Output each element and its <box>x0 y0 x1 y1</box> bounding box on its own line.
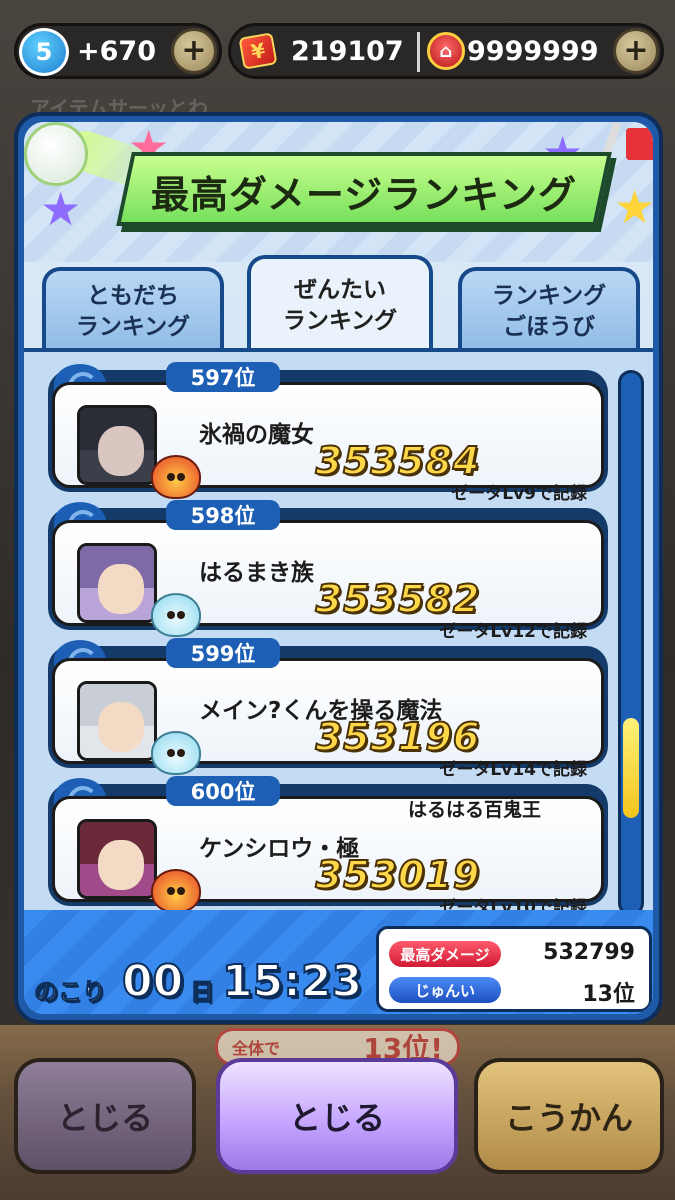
rank-badge: 597位 <box>166 362 280 392</box>
rank-value: 13位 <box>582 982 635 1007</box>
currency-bar: 5 +670 + ¥ 219107 ⌂ 9999999 + <box>10 10 665 90</box>
avatar <box>77 405 157 485</box>
tab-label: ぜんたい ランキング <box>282 276 398 334</box>
avatar <box>77 681 157 761</box>
gem-icon: ⌂ <box>427 32 465 70</box>
close-button-left[interactable]: とじる <box>14 1058 196 1174</box>
remaining-time: 15:23 <box>221 955 363 1008</box>
star-icon: ★ <box>40 182 82 236</box>
gem-value: 9999999 <box>467 36 599 67</box>
my-player-name: はるはる百鬼王 <box>408 799 542 821</box>
ranking-tabs: ともだち ランキング ぜんたい ランキング ランキング ごほうび <box>42 255 640 355</box>
comet-icon <box>24 122 88 186</box>
tab-ranking-rewards[interactable]: ランキング ごほうび <box>458 267 640 353</box>
scrollbar-thumb[interactable] <box>623 717 639 818</box>
ranking-card: メイン?くんを操る魔法 353196 ゼータLv14で記録 <box>52 658 604 780</box>
ranking-list[interactable]: 氷禍の魔女 353584 ゼータLv9で記録 597位 はるまき族 353582 <box>24 348 653 918</box>
ranking-card: はるまき族 353582 ゼータLv12で記録 <box>52 520 604 642</box>
rank-badge: 598位 <box>166 500 280 530</box>
tab-friends-ranking[interactable]: ともだち ランキング <box>42 267 224 353</box>
day-unit: 日 <box>190 978 215 1007</box>
my-record-box: 最高ダメージ 532799 じゅんい 13位 <box>376 926 652 1012</box>
dialog-footer: のこり 00 日 15:23 最高ダメージ 532799 じゅんい 13位 <box>24 910 653 1014</box>
damage-score: 353019 <box>315 852 481 898</box>
money-counter: ¥ 219107 ⌂ 9999999 + <box>228 23 664 79</box>
rank-badge: 599位 <box>166 638 280 668</box>
best-damage-value: 532799 <box>543 940 635 965</box>
close-button[interactable]: とじる <box>216 1058 458 1174</box>
rank-label: じゅんい <box>389 977 501 1003</box>
pet-fire-icon <box>151 869 201 913</box>
tab-label: ともだち ランキング <box>75 282 191 340</box>
pet-ice-icon <box>151 731 201 775</box>
ranking-row[interactable]: 氷禍の魔女 353584 ゼータLv9で記録 597位 <box>48 362 608 504</box>
damage-score: 353582 <box>315 576 481 622</box>
ranking-row[interactable]: はるまき族 353582 ゼータLv12で記録 598位 <box>48 500 608 642</box>
best-damage-label: 最高ダメージ <box>389 941 501 967</box>
dialog-body: ★ ★ ★ ★ 最高ダメージランキング ともだち ランキング ぜんたい ランキン… <box>24 122 653 1014</box>
add-gem-button[interactable]: + <box>613 28 659 74</box>
pet-fire-icon <box>151 455 201 499</box>
avatar <box>77 819 157 899</box>
rank-badge: 600位 <box>166 776 280 806</box>
ranking-card: 氷禍の魔女 353584 ゼータLv9で記録 <box>52 382 604 504</box>
ranking-dialog: ★ ★ ★ ★ 最高ダメージランキング ともだち ランキング ぜんたい ランキン… <box>14 112 663 1024</box>
dialog-title: 最高ダメージランキング <box>151 173 577 217</box>
tab-label: ランキング ごほうび <box>491 282 607 340</box>
remaining-label: のこり <box>34 978 107 1007</box>
avatar <box>77 543 157 623</box>
stamina-level-icon: 5 <box>19 28 69 76</box>
record-note: ゼータLv12で記録 <box>439 622 587 642</box>
damage-score: 353196 <box>315 714 481 760</box>
stamina-value: +670 <box>77 36 156 67</box>
pet-ice-icon <box>151 593 201 637</box>
remaining-days: 00 <box>121 955 184 1008</box>
star-icon: ★ <box>614 180 653 234</box>
money-icon: ¥ <box>238 32 278 70</box>
scrollbar[interactable] <box>618 370 644 916</box>
flag-icon <box>626 128 653 160</box>
record-note: ゼータLv14で記録 <box>439 760 587 780</box>
money-value: 219107 <box>291 36 404 67</box>
player-name: はるまき族 <box>199 560 314 586</box>
exchange-button[interactable]: こうかん <box>474 1058 664 1174</box>
stamina-counter: 5 +670 + <box>14 23 222 79</box>
player-name: 氷禍の魔女 <box>199 422 314 448</box>
ranking-row[interactable]: メイン?くんを操る魔法 353196 ゼータLv14で記録 599位 <box>48 638 608 780</box>
tab-overall-ranking[interactable]: ぜんたい ランキング <box>247 255 433 353</box>
record-note: ゼータLv9で記録 <box>451 484 587 504</box>
damage-score: 353584 <box>315 438 481 484</box>
background-pill-label: 全体で <box>232 1039 281 1058</box>
add-stamina-button[interactable]: + <box>171 28 217 74</box>
divider <box>417 32 420 72</box>
